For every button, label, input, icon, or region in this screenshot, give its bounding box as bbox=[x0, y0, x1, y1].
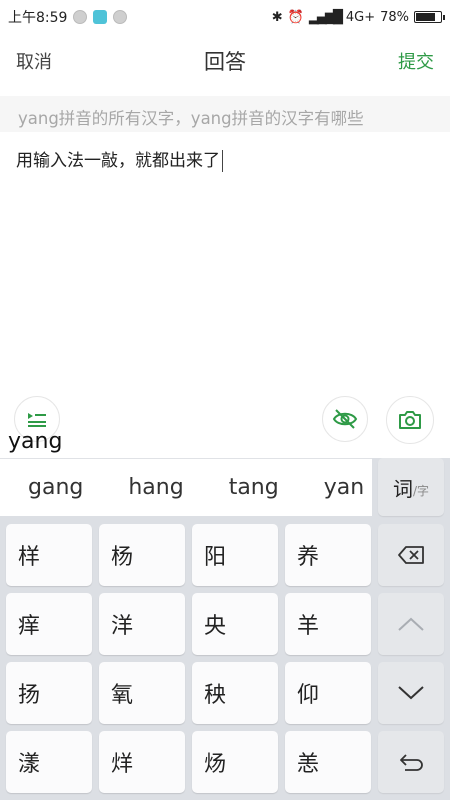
eye-off-icon bbox=[332, 409, 358, 429]
list-icon bbox=[28, 413, 46, 427]
text-cursor bbox=[222, 150, 223, 172]
pinyin-candidate[interactable]: hang bbox=[128, 475, 183, 500]
candidate-key[interactable]: 阳 bbox=[192, 524, 278, 586]
candidate-key[interactable]: 仰 bbox=[285, 662, 371, 724]
cancel-button[interactable]: 取消 bbox=[16, 48, 52, 74]
pinyin-candidate[interactable]: gang bbox=[28, 475, 83, 500]
candidate-key[interactable]: 炀 bbox=[192, 731, 278, 793]
candidate-key[interactable]: 养 bbox=[285, 524, 371, 586]
word-char-toggle[interactable]: 词/字 bbox=[378, 458, 444, 516]
candidate-key[interactable]: 痒 bbox=[6, 593, 92, 655]
nav-bar: 取消 回答 提交 bbox=[0, 34, 450, 88]
submit-button[interactable]: 提交 bbox=[398, 48, 434, 74]
return-icon bbox=[400, 754, 423, 771]
char-mode-label: /字 bbox=[412, 483, 430, 498]
camera-icon bbox=[399, 411, 421, 429]
question-text: yang拼音的所有汉字，yang拼音的汉字有哪些 bbox=[0, 96, 450, 132]
signal-icon: ▂▄▆█ bbox=[308, 9, 343, 25]
notification-icon bbox=[73, 10, 88, 24]
toggle-visibility-button[interactable] bbox=[322, 396, 368, 442]
answer-input[interactable]: 用输入法一敲，就都出来了 bbox=[16, 146, 223, 172]
candidate-key[interactable]: 恙 bbox=[285, 731, 371, 793]
return-key[interactable] bbox=[378, 731, 444, 793]
status-time: 上午8:59 bbox=[8, 10, 68, 26]
chevron-down-icon bbox=[398, 686, 424, 700]
candidate-key[interactable]: 扬 bbox=[6, 662, 92, 724]
bluetooth-icon: ✱ bbox=[271, 9, 283, 25]
camera-button[interactable] bbox=[386, 396, 434, 444]
battery-percent: 78% bbox=[380, 9, 409, 25]
pinyin-candidate-bar: gang hang tang yan bbox=[0, 458, 372, 516]
page-down-key[interactable] bbox=[378, 662, 444, 724]
candidate-key[interactable]: 央 bbox=[192, 593, 278, 655]
page-up-key[interactable] bbox=[378, 593, 444, 655]
alarm-icon: ⏰ bbox=[287, 9, 304, 25]
candidate-key[interactable]: 秧 bbox=[192, 662, 278, 724]
backspace-key[interactable] bbox=[378, 524, 444, 586]
candidate-key[interactable]: 样 bbox=[6, 524, 92, 586]
word-mode-label: 词 bbox=[392, 476, 413, 501]
answer-text: 用输入法一敲，就都出来了 bbox=[16, 151, 220, 171]
battery-fill bbox=[416, 13, 435, 21]
network-type: 4G+ bbox=[345, 9, 376, 25]
chevron-up-icon bbox=[398, 617, 424, 631]
pinyin-composition: yang bbox=[8, 429, 63, 454]
candidate-key[interactable]: 羊 bbox=[285, 593, 371, 655]
candidate-key[interactable]: 烊 bbox=[99, 731, 185, 793]
page-title: 回答 bbox=[204, 50, 246, 74]
battery-icon bbox=[414, 11, 445, 23]
notification-icon-2 bbox=[113, 10, 128, 24]
backspace-icon bbox=[398, 546, 424, 564]
status-bar: 上午8:59 ✱ ⏰ ▂▄▆█ 4G+ 78% bbox=[0, 0, 450, 34]
pinyin-candidate[interactable]: yan bbox=[324, 475, 364, 500]
pinyin-candidate[interactable]: tang bbox=[229, 475, 279, 500]
app-notification-icon bbox=[93, 10, 108, 24]
candidate-key[interactable]: 氧 bbox=[99, 662, 185, 724]
candidate-key[interactable]: 漾 bbox=[6, 731, 92, 793]
candidate-key[interactable]: 洋 bbox=[99, 593, 185, 655]
candidate-key[interactable]: 杨 bbox=[99, 524, 185, 586]
